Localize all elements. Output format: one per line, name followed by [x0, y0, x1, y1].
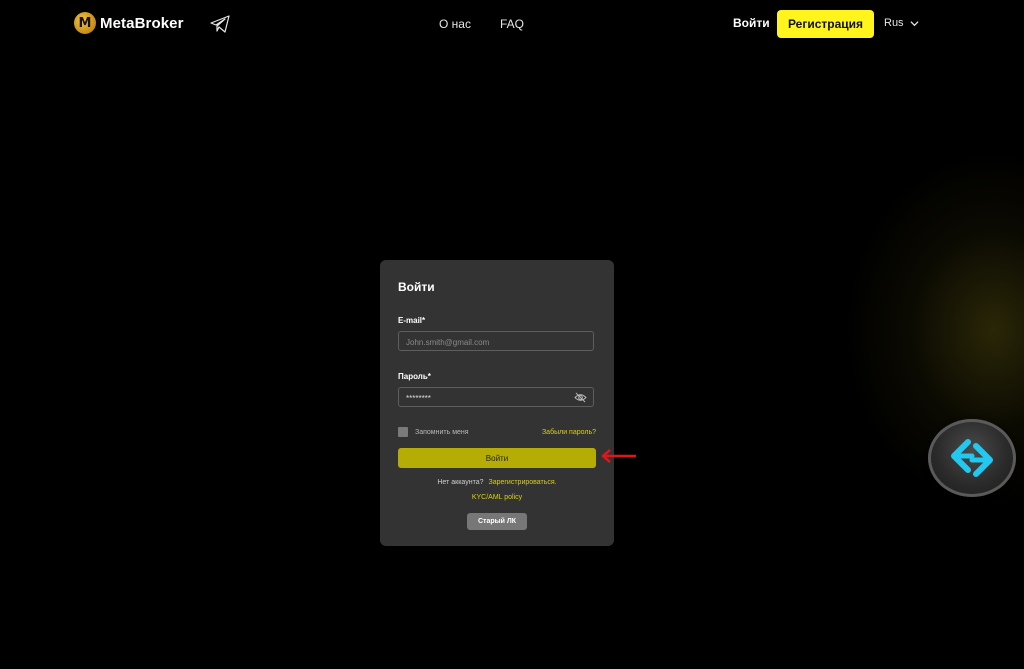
- header-login-button[interactable]: Войти: [733, 16, 770, 30]
- old-cabinet-button[interactable]: Старый ЛК: [467, 513, 527, 530]
- arrow-left-icon: [601, 449, 636, 463]
- no-account-line: Нет аккаунта? Зарегистрироваться.: [380, 479, 614, 486]
- password-field-wrapper: [398, 387, 594, 408]
- remember-me[interactable]: Запомнить меня: [398, 427, 469, 437]
- password-field[interactable]: [399, 389, 593, 408]
- password-label: Пароль*: [398, 372, 431, 381]
- logo-text: MetaBroker: [100, 14, 184, 32]
- page: M MetaBroker О нас FAQ Войти Регистрация…: [0, 0, 1024, 669]
- kyc-link[interactable]: KYC/AML policy: [380, 494, 614, 501]
- nav-about[interactable]: О нас: [439, 17, 471, 31]
- header: M MetaBroker О нас FAQ Войти Регистрация…: [0, 0, 1024, 48]
- logo[interactable]: M MetaBroker: [74, 12, 184, 34]
- remember-checkbox[interactable]: [398, 427, 408, 437]
- forgot-password-link[interactable]: Забыли пароль?: [542, 429, 596, 436]
- telegram-icon[interactable]: [210, 15, 230, 33]
- login-submit-button[interactable]: Войти: [398, 448, 596, 468]
- logo-mark-icon: M: [74, 12, 96, 34]
- header-register-button[interactable]: Регистрация: [777, 10, 874, 38]
- email-field[interactable]: [399, 333, 593, 352]
- no-account-text: Нет аккаунта?: [437, 479, 484, 486]
- exchange-widget-button[interactable]: [928, 419, 1016, 497]
- login-card: Войти E-mail* Пароль* Запомнить меня Заб…: [380, 260, 614, 546]
- remember-label: Запомнить меня: [415, 428, 469, 436]
- email-field-wrapper: [398, 331, 594, 352]
- register-link[interactable]: Зарегистрироваться.: [488, 479, 556, 486]
- chevron-down-icon: [910, 20, 919, 26]
- language-label: Rus: [884, 17, 904, 29]
- language-select[interactable]: Rus: [884, 17, 919, 29]
- nav-faq[interactable]: FAQ: [500, 17, 524, 31]
- exchange-arrows-icon: [951, 439, 993, 477]
- email-label: E-mail*: [398, 316, 426, 325]
- eye-off-icon[interactable]: [574, 392, 587, 403]
- login-title: Войти: [398, 280, 435, 294]
